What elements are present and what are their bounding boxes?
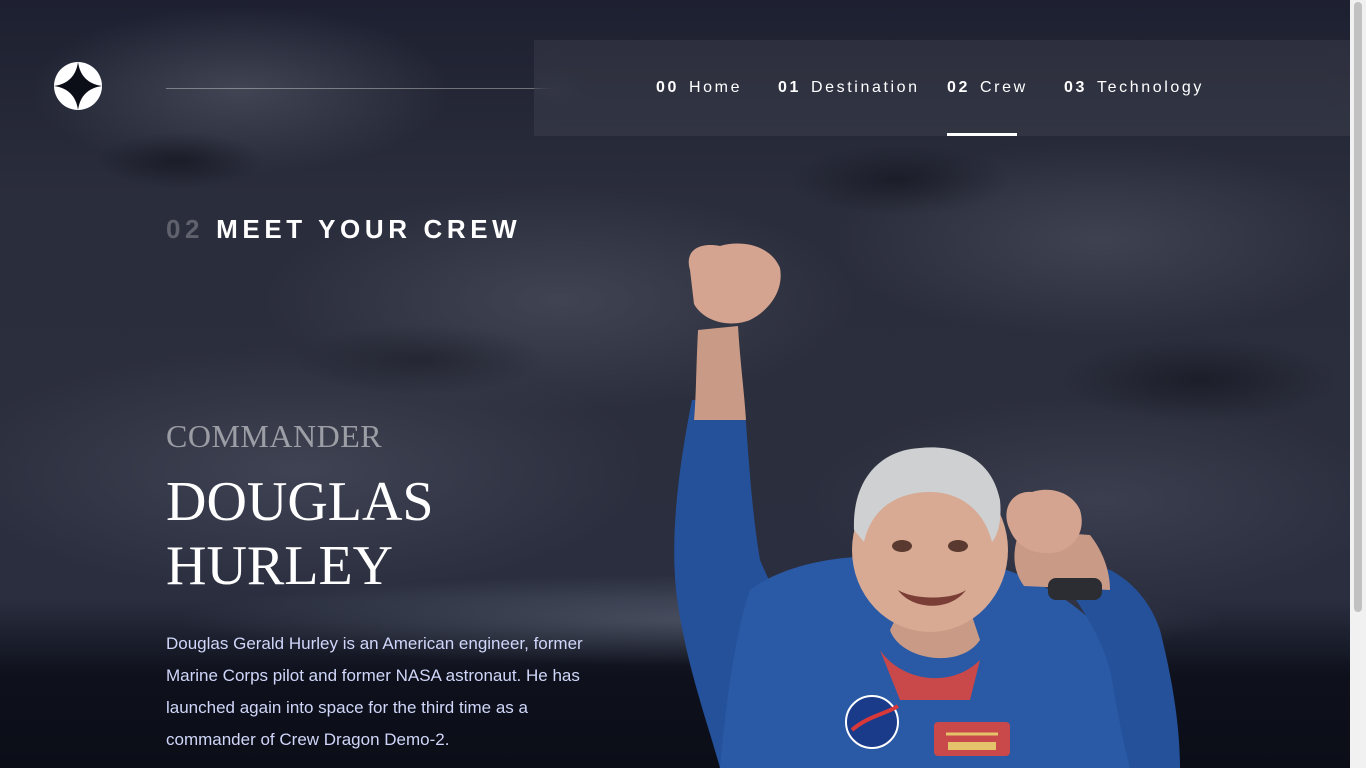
nav-item-label: Crew [980,79,1028,96]
header-divider-line [166,88,570,89]
page-title-number: 02 [166,214,205,244]
page-title: 02 MEET YOUR CREW [166,214,521,245]
nav-item-label: Technology [1097,79,1204,96]
scrollbar-thumb[interactable] [1354,2,1362,612]
page-title-text: MEET YOUR CREW [216,214,522,244]
nav-item-number: 01 [778,79,801,96]
nav-item-destination[interactable]: 01 Destination [778,40,920,136]
crew-bio: Douglas Gerald Hurley is an American eng… [166,634,583,749]
nav-item-label: Home [689,79,743,96]
nav-item-crew[interactable]: 02 Crew [947,40,1025,136]
astronaut-portrait-icon [674,243,1180,768]
star-logo-icon [54,62,102,110]
page-scrollbar[interactable] [1350,0,1366,768]
nav-item-number: 00 [656,79,679,96]
nav-item-number: 02 [947,79,970,96]
nav-item-label: Destination [811,79,920,96]
nav-item-home[interactable]: 00 Home [656,40,742,136]
main-navigation: 00 Home 01 Destination 02 Crew 03 Techno… [534,40,1350,136]
logo[interactable] [54,62,102,110]
crew-name: DOUGLAS HURLEY [166,471,434,597]
nav-item-number: 03 [1064,79,1087,96]
nav-item-technology[interactable]: 03 Technology [1064,40,1204,136]
crew-role: COMMANDER [166,418,383,454]
